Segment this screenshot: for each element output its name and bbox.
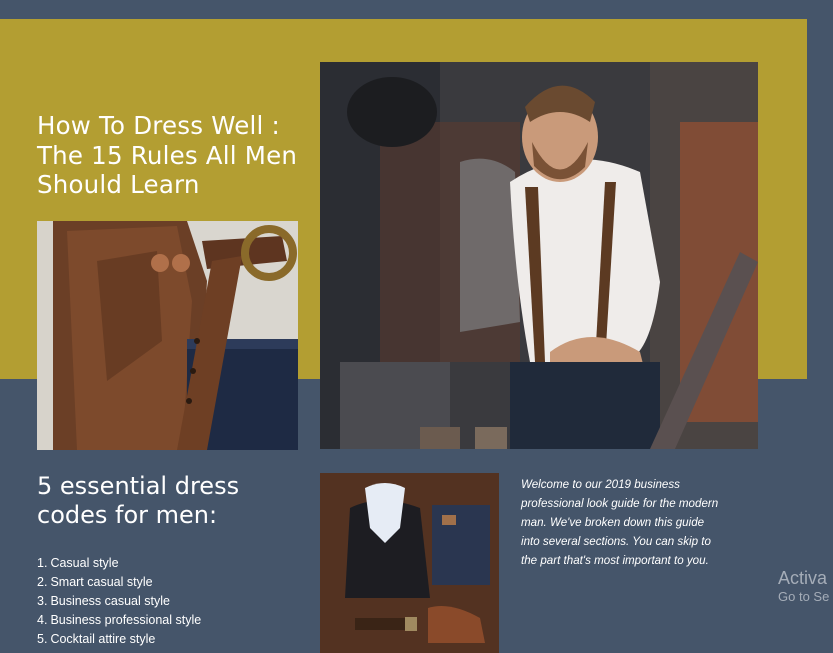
list-item: 3. Business casual style [37, 594, 170, 608]
windows-activation-watermark: Activa Go to Se [778, 567, 829, 605]
list-item: 5. Cocktail attire style [37, 632, 156, 646]
page-title: How To Dress Well : The 15 Rules All Men… [37, 111, 298, 199]
outfit-flatlay-photo [320, 473, 499, 653]
list-item: 1. Casual style [37, 556, 119, 570]
watermark-line-1: Activa [778, 568, 828, 588]
dress-codes-heading: 5 essential dress codes for men: [37, 472, 240, 529]
list-item: 2. Smart casual style [37, 575, 153, 589]
leather-belt-photo [37, 221, 298, 450]
list-item: 4. Business professional style [37, 613, 202, 627]
intro-paragraph: Welcome to our 2019 business professiona… [521, 478, 719, 567]
dress-codes-list: 1. Casual style 2. Smart casual style 3. Bu… [37, 554, 201, 649]
watermark-line-2: Go to Se [778, 589, 830, 604]
tailor-man-photo [320, 62, 758, 449]
